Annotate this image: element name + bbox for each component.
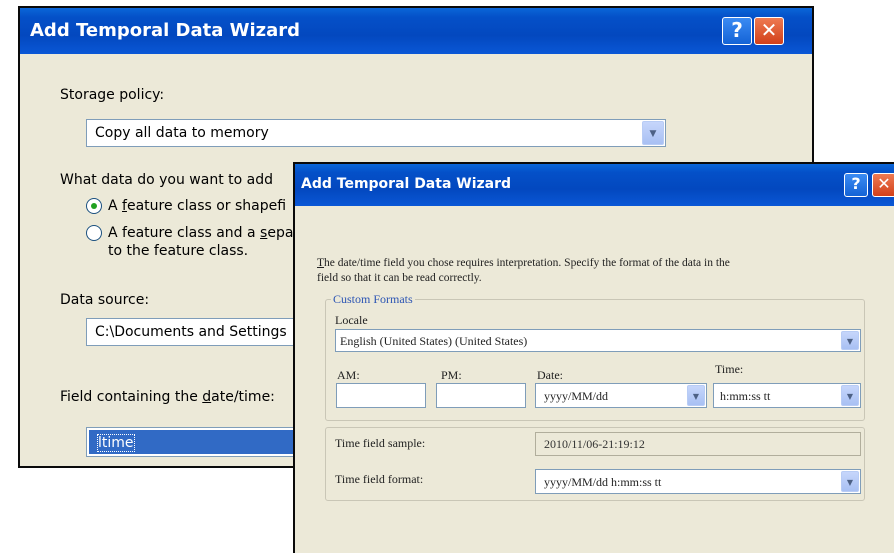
time-field-format-value: yyyy/MM/dd h:mm:ss tt: [544, 475, 662, 489]
storage-policy-value: Copy all data to memory: [95, 125, 269, 141]
custom-formats-label: Custom Formats: [331, 292, 415, 307]
instruction-line1: The date/time field you chose requires i…: [317, 257, 730, 269]
storage-policy-label: Storage policy:: [60, 87, 165, 103]
title-bar[interactable]: Add Temporal Data Wizard ? ✕: [20, 8, 812, 54]
close-button[interactable]: ✕: [754, 17, 784, 45]
format-label: Time field format:: [335, 472, 424, 486]
radio-feature-class[interactable]: [86, 198, 102, 214]
time-label: Time:: [715, 362, 744, 376]
chevron-down-icon[interactable]: ▼: [841, 385, 859, 406]
help-button[interactable]: ?: [722, 17, 752, 45]
am-input[interactable]: [336, 383, 426, 408]
locale-label: Locale: [335, 313, 368, 327]
data-source-value: C:\Documents and Settings: [95, 324, 287, 340]
pm-input[interactable]: [436, 383, 526, 408]
wizard-dialog-front: Add Temporal Data Wizard ? ✕ The date/ti…: [293, 162, 894, 553]
chevron-down-icon[interactable]: ▼: [841, 331, 859, 350]
sample-label: Time field sample:: [335, 436, 426, 450]
radio-feature-class-separate[interactable]: [86, 225, 102, 241]
date-label: Date:: [537, 368, 563, 382]
date-field-value: ltime: [97, 434, 135, 452]
date-field-label: Field containing the date/time:: [60, 389, 275, 405]
chevron-down-icon[interactable]: ▼: [841, 471, 859, 492]
locale-select[interactable]: English (United States) (United States) …: [335, 329, 861, 352]
dialog-title: Add Temporal Data Wizard: [30, 20, 301, 41]
sample-value-box: 2010/11/06-21:19:12: [535, 432, 861, 456]
chevron-down-icon[interactable]: ▼: [642, 121, 664, 145]
data-source-label: Data source:: [60, 292, 150, 308]
time-format-select[interactable]: h:mm:ss tt ▼: [713, 383, 861, 408]
help-button-front[interactable]: ?: [844, 173, 868, 197]
data-question-label: What data do you want to add: [60, 172, 273, 188]
time-format-value: h:mm:ss tt: [720, 389, 771, 403]
date-format-value: yyyy/MM/dd: [544, 389, 609, 403]
radio-feature-class-label[interactable]: A feature class or shapefi: [108, 198, 286, 214]
radio-feature-class-separate-label-line2: to the feature class.: [108, 243, 249, 259]
close-button-front[interactable]: ✕: [872, 173, 894, 197]
instruction-line2: field so that it can be read correctly.: [317, 272, 482, 284]
locale-value: English (United States) (United States): [340, 334, 528, 348]
pm-label: PM:: [441, 368, 462, 382]
radio-feature-class-separate-label[interactable]: A feature class and a separate: [108, 225, 322, 241]
title-bar-front[interactable]: Add Temporal Data Wizard ? ✕: [295, 164, 894, 206]
am-label: AM:: [337, 368, 360, 382]
time-field-format-select[interactable]: yyyy/MM/dd h:mm:ss tt ▼: [535, 469, 861, 494]
storage-policy-select[interactable]: Copy all data to memory ▼: [86, 119, 666, 147]
sample-value: 2010/11/06-21:19:12: [544, 437, 645, 451]
dialog-title-front: Add Temporal Data Wizard: [301, 176, 512, 192]
chevron-down-icon[interactable]: ▼: [687, 385, 705, 406]
date-format-select[interactable]: yyyy/MM/dd ▼: [535, 383, 707, 408]
